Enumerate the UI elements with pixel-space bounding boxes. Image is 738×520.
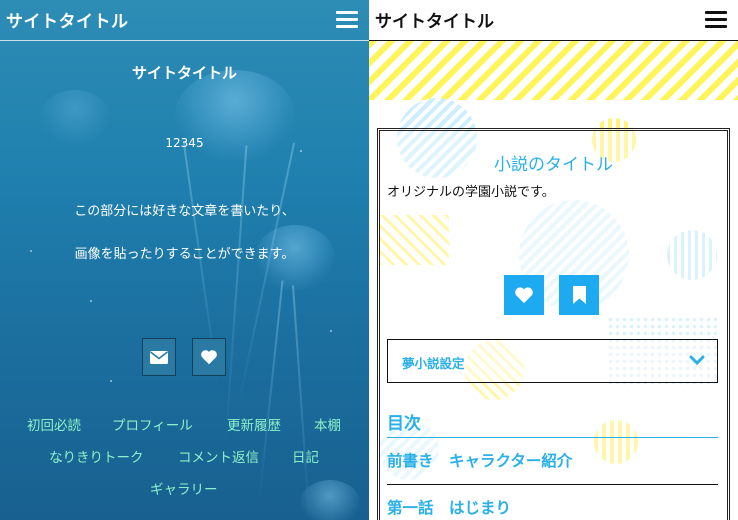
chevron-down-icon [689, 355, 705, 366]
bookmark-icon [572, 286, 586, 304]
dropdown-label: 夢小説設定 [402, 356, 465, 371]
nav-link-roleplay-talk[interactable]: なりきりトーク [49, 446, 144, 466]
left-preview-panel: サイトタイトル サイトタイトル 12345 この部分には好きな文章を書いたり、 … [0, 0, 369, 520]
jellyfish-decoration [300, 480, 360, 520]
like-button[interactable] [192, 338, 226, 376]
nav-link-profile[interactable]: プロフィール [112, 414, 193, 434]
bookmark-button[interactable] [559, 275, 599, 315]
divider [387, 484, 718, 485]
novel-card: 小説のタイトル オリジナルの学園小説です。 夢小説設定 目次 前書き キャラクタ… [377, 128, 730, 520]
nav-link-update-history[interactable]: 更新履歴 [227, 414, 281, 434]
toc-heading: 目次 [387, 414, 421, 434]
mail-icon [150, 350, 168, 364]
hero-title: サイトタイトル [131, 64, 237, 82]
description-line: 画像を貼ったりすることができます。 [74, 247, 295, 262]
nav-link-diary[interactable]: 日記 [292, 446, 319, 466]
nav-link-comment-reply[interactable]: コメント返信 [178, 446, 259, 466]
heart-icon [201, 350, 217, 365]
nav-link-gallery[interactable]: ギャラリー [150, 478, 218, 498]
novel-title[interactable]: 小説のタイトル [380, 150, 727, 175]
like-button[interactable] [504, 275, 544, 315]
toc-link-chapter-1[interactable]: 第一話 はじまり [387, 496, 511, 518]
dream-novel-settings-dropdown[interactable]: 夢小説設定 [387, 339, 718, 383]
hamburger-menu-icon[interactable] [336, 11, 358, 29]
hamburger-menu-icon[interactable] [705, 11, 727, 29]
top-bar: サイトタイトル [0, 0, 369, 41]
description-line: この部分には好きな文章を書いたり、 [74, 204, 295, 219]
toc-link-foreword[interactable]: 前書き キャラクター紹介 [387, 449, 572, 471]
access-counter: 12345 [165, 136, 204, 150]
heart-icon [515, 287, 533, 304]
top-bar: サイトタイトル [369, 0, 738, 41]
site-title[interactable]: サイトタイトル [375, 7, 494, 32]
mail-button[interactable] [142, 338, 176, 376]
divider [387, 437, 718, 438]
right-preview-panel: サイトタイトル 小説のタイトル オリジナルの学園小説です。 夢小説設定 目次 前… [369, 0, 738, 520]
novel-description: オリジナルの学園小説です。 [387, 185, 555, 200]
site-title[interactable]: サイトタイトル [6, 7, 129, 32]
nav-link-bookshelf[interactable]: 本棚 [314, 414, 341, 434]
stripe-banner [369, 41, 738, 100]
nav-link-first-read[interactable]: 初回必読 [27, 414, 81, 434]
